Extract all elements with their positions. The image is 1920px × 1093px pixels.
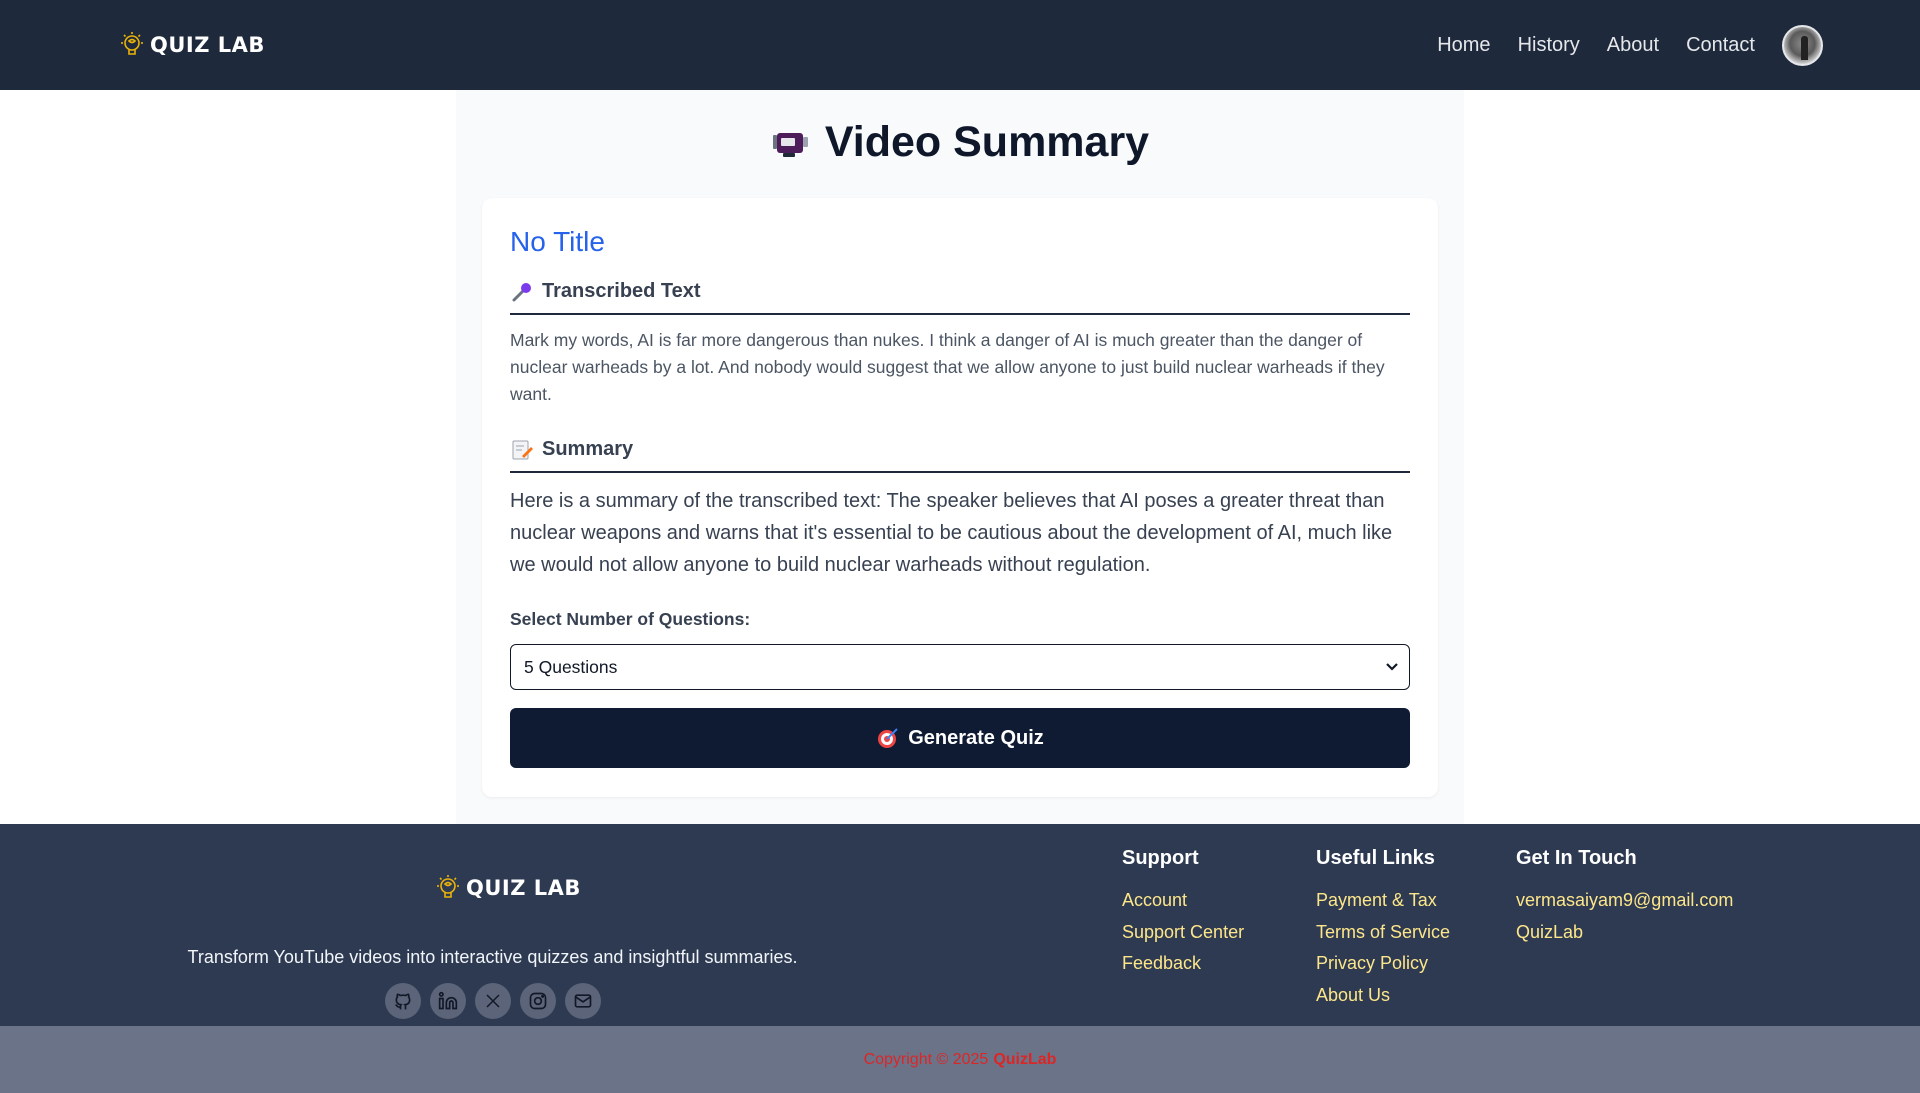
page-title: Video Summary [456,118,1464,167]
footer-link-email[interactable]: vermasaiyam9@gmail.com [1516,885,1733,917]
nav-home[interactable]: Home [1437,34,1490,57]
footer-link-support-center[interactable]: Support Center [1122,917,1244,949]
x-icon[interactable] [475,983,511,1019]
microphone-icon [512,282,531,301]
footer-link-privacy[interactable]: Privacy Policy [1316,948,1450,980]
footer-support-column: Support Account Support Center Feedback [1122,847,1244,980]
page-heading: Video Summary [824,118,1150,166]
footer-link-about-us[interactable]: About Us [1316,980,1450,1012]
github-icon[interactable] [385,983,421,1019]
nav-contact[interactable]: Contact [1686,34,1755,57]
target-icon [878,728,898,748]
linkedin-icon[interactable] [430,983,466,1019]
instagram-icon[interactable] [520,983,556,1019]
footer-link-feedback[interactable]: Feedback [1122,948,1244,980]
transcribed-heading-label: Transcribed Text [542,280,701,302]
summary-heading: Summary [510,438,1410,473]
question-count-select[interactable]: 5 Questions [510,644,1410,690]
footer-brand-logo[interactable]: QUIZ LAB [434,874,581,902]
main-area: Video Summary No Title Transcribed Text … [0,90,1920,824]
social-links [385,983,601,1019]
main-nav: Home History About Contact [1410,24,1823,66]
brand-logo[interactable]: QUIZ LAB [118,31,265,59]
brain-bulb-icon [121,32,143,55]
user-avatar[interactable] [1782,24,1823,66]
footer-contact-column: Get In Touch vermasaiyam9@gmail.com Quiz… [1516,847,1733,948]
support-heading: Support [1122,847,1199,869]
copyright-bar: Copyright © 2025 QuizLab [0,1026,1920,1093]
navbar: QUIZ LAB Home History About Contact [0,0,1920,90]
content-panel: Video Summary No Title Transcribed Text … [456,90,1464,824]
copyright-brand[interactable]: QuizLab [993,1051,1056,1069]
summary-heading-label: Summary [542,438,634,460]
chevron-down-icon [1386,663,1398,671]
generate-quiz-label: Generate Quiz [908,726,1044,749]
useful-heading: Useful Links [1316,847,1435,869]
copyright-text: Copyright © 2025 [863,1050,989,1068]
footer-tagline: Transform YouTube videos into interactiv… [187,947,798,967]
mail-icon[interactable] [565,983,601,1019]
footer: QUIZ LAB Transform YouTube videos into i… [0,824,1920,1026]
generate-quiz-button[interactable]: Generate Quiz [510,708,1410,768]
video-title: No Title [510,226,605,257]
footer-link-payment-tax[interactable]: Payment & Tax [1316,885,1450,917]
question-count-value: 5 Questions [524,656,618,677]
brand-name: QUIZ LAB [150,33,265,57]
summary-card: No Title Transcribed Text Mark my words,… [482,198,1438,797]
video-camera-icon [772,132,808,157]
question-count-label: Select Number of Questions: [510,609,751,629]
memo-icon [512,440,533,459]
footer-link-account[interactable]: Account [1122,885,1244,917]
footer-useful-column: Useful Links Payment & Tax Terms of Serv… [1316,847,1450,1011]
footer-brand-name: QUIZ LAB [466,876,581,900]
nav-history[interactable]: History [1518,34,1580,57]
transcribed-text: Mark my words, AI is far more dangerous … [510,330,1385,404]
footer-link-quizlab[interactable]: QuizLab [1516,917,1733,949]
summary-text: Here is a summary of the transcribed tex… [510,490,1393,576]
transcribed-heading: Transcribed Text [510,280,1410,315]
brain-bulb-icon [437,875,459,898]
nav-about[interactable]: About [1607,34,1659,57]
contact-heading: Get In Touch [1516,847,1637,869]
footer-link-terms[interactable]: Terms of Service [1316,917,1450,949]
